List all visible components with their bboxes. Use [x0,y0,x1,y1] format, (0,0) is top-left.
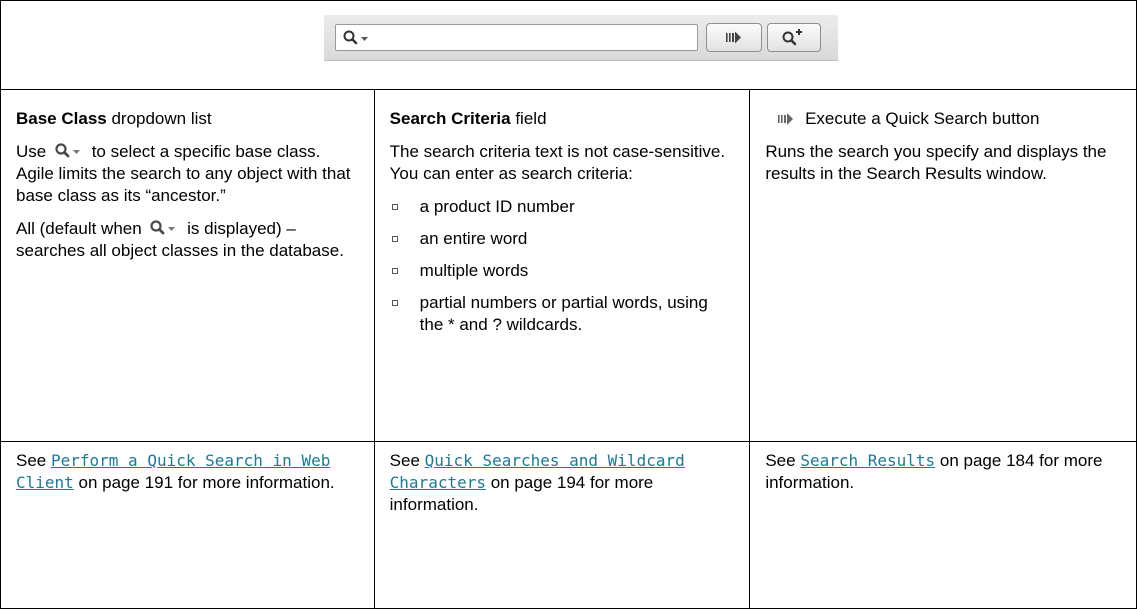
magnifier-dropdown-icon [343,30,368,45]
toolbar-cell [0,0,1137,90]
search-criteria-title: Search Criteria field [389,109,547,128]
square-bullet-icon [391,300,398,306]
list-item: an entire word [390,228,735,250]
advanced-search-icon [782,29,802,46]
see-prefix: See [765,451,801,470]
search-criteria-input[interactable] [378,28,688,47]
see-also-cell: See Perform a Quick Search in Web Client… [0,441,375,609]
base-class-dropdown[interactable] [342,29,372,52]
base-class-title: Base Class dropdown list [16,109,212,128]
see-also-cell: See Quick Searches and Wildcard Characte… [373,441,751,609]
base-class-cell: Base Class dropdown list Use to select a… [0,89,375,442]
reference-table: Base Class dropdown list Use to select a… [0,0,1137,609]
magnifier-dropdown-icon [55,143,80,158]
see-prefix: See [16,451,51,470]
square-bullet-icon [391,236,398,242]
execute-quick-search-button[interactable] [706,23,762,52]
execute-search-cell: Execute a Quick Search button Runs the s… [749,89,1137,442]
criteria-list: a product ID number an entire word multi… [390,196,735,336]
base-class-default: All (default when is displayed) – search… [16,219,344,260]
see-suffix: on page 191 for more information. [73,473,335,492]
square-bullet-icon [391,204,398,210]
execute-arrow-icon [778,113,794,125]
search-criteria-box [335,24,698,51]
see-prefix: See [389,451,425,470]
search-criteria-intro: The search criteria text is not case-sen… [389,142,726,183]
search-criteria-cell: Search Criteria field The search criteri… [373,89,751,442]
execute-search-description: Runs the search you specify and displays… [765,142,1107,183]
square-bullet-icon [391,268,398,274]
execute-arrow-icon [726,31,741,44]
quick-search-toolbar [324,15,838,61]
list-item: multiple words [390,260,735,282]
advanced-search-button[interactable] [767,23,821,52]
search-results-link[interactable]: Search Results [800,451,935,470]
see-also-cell: See Search Results on page 184 for more … [749,441,1137,609]
base-class-usage: Use to select a specific base class. Agi… [16,142,351,205]
execute-search-title: Execute a Quick Search button [765,108,1121,130]
magnifier-dropdown-icon [150,220,176,235]
list-item: a product ID number [390,196,735,218]
list-item: partial numbers or partial words, using … [390,292,735,336]
